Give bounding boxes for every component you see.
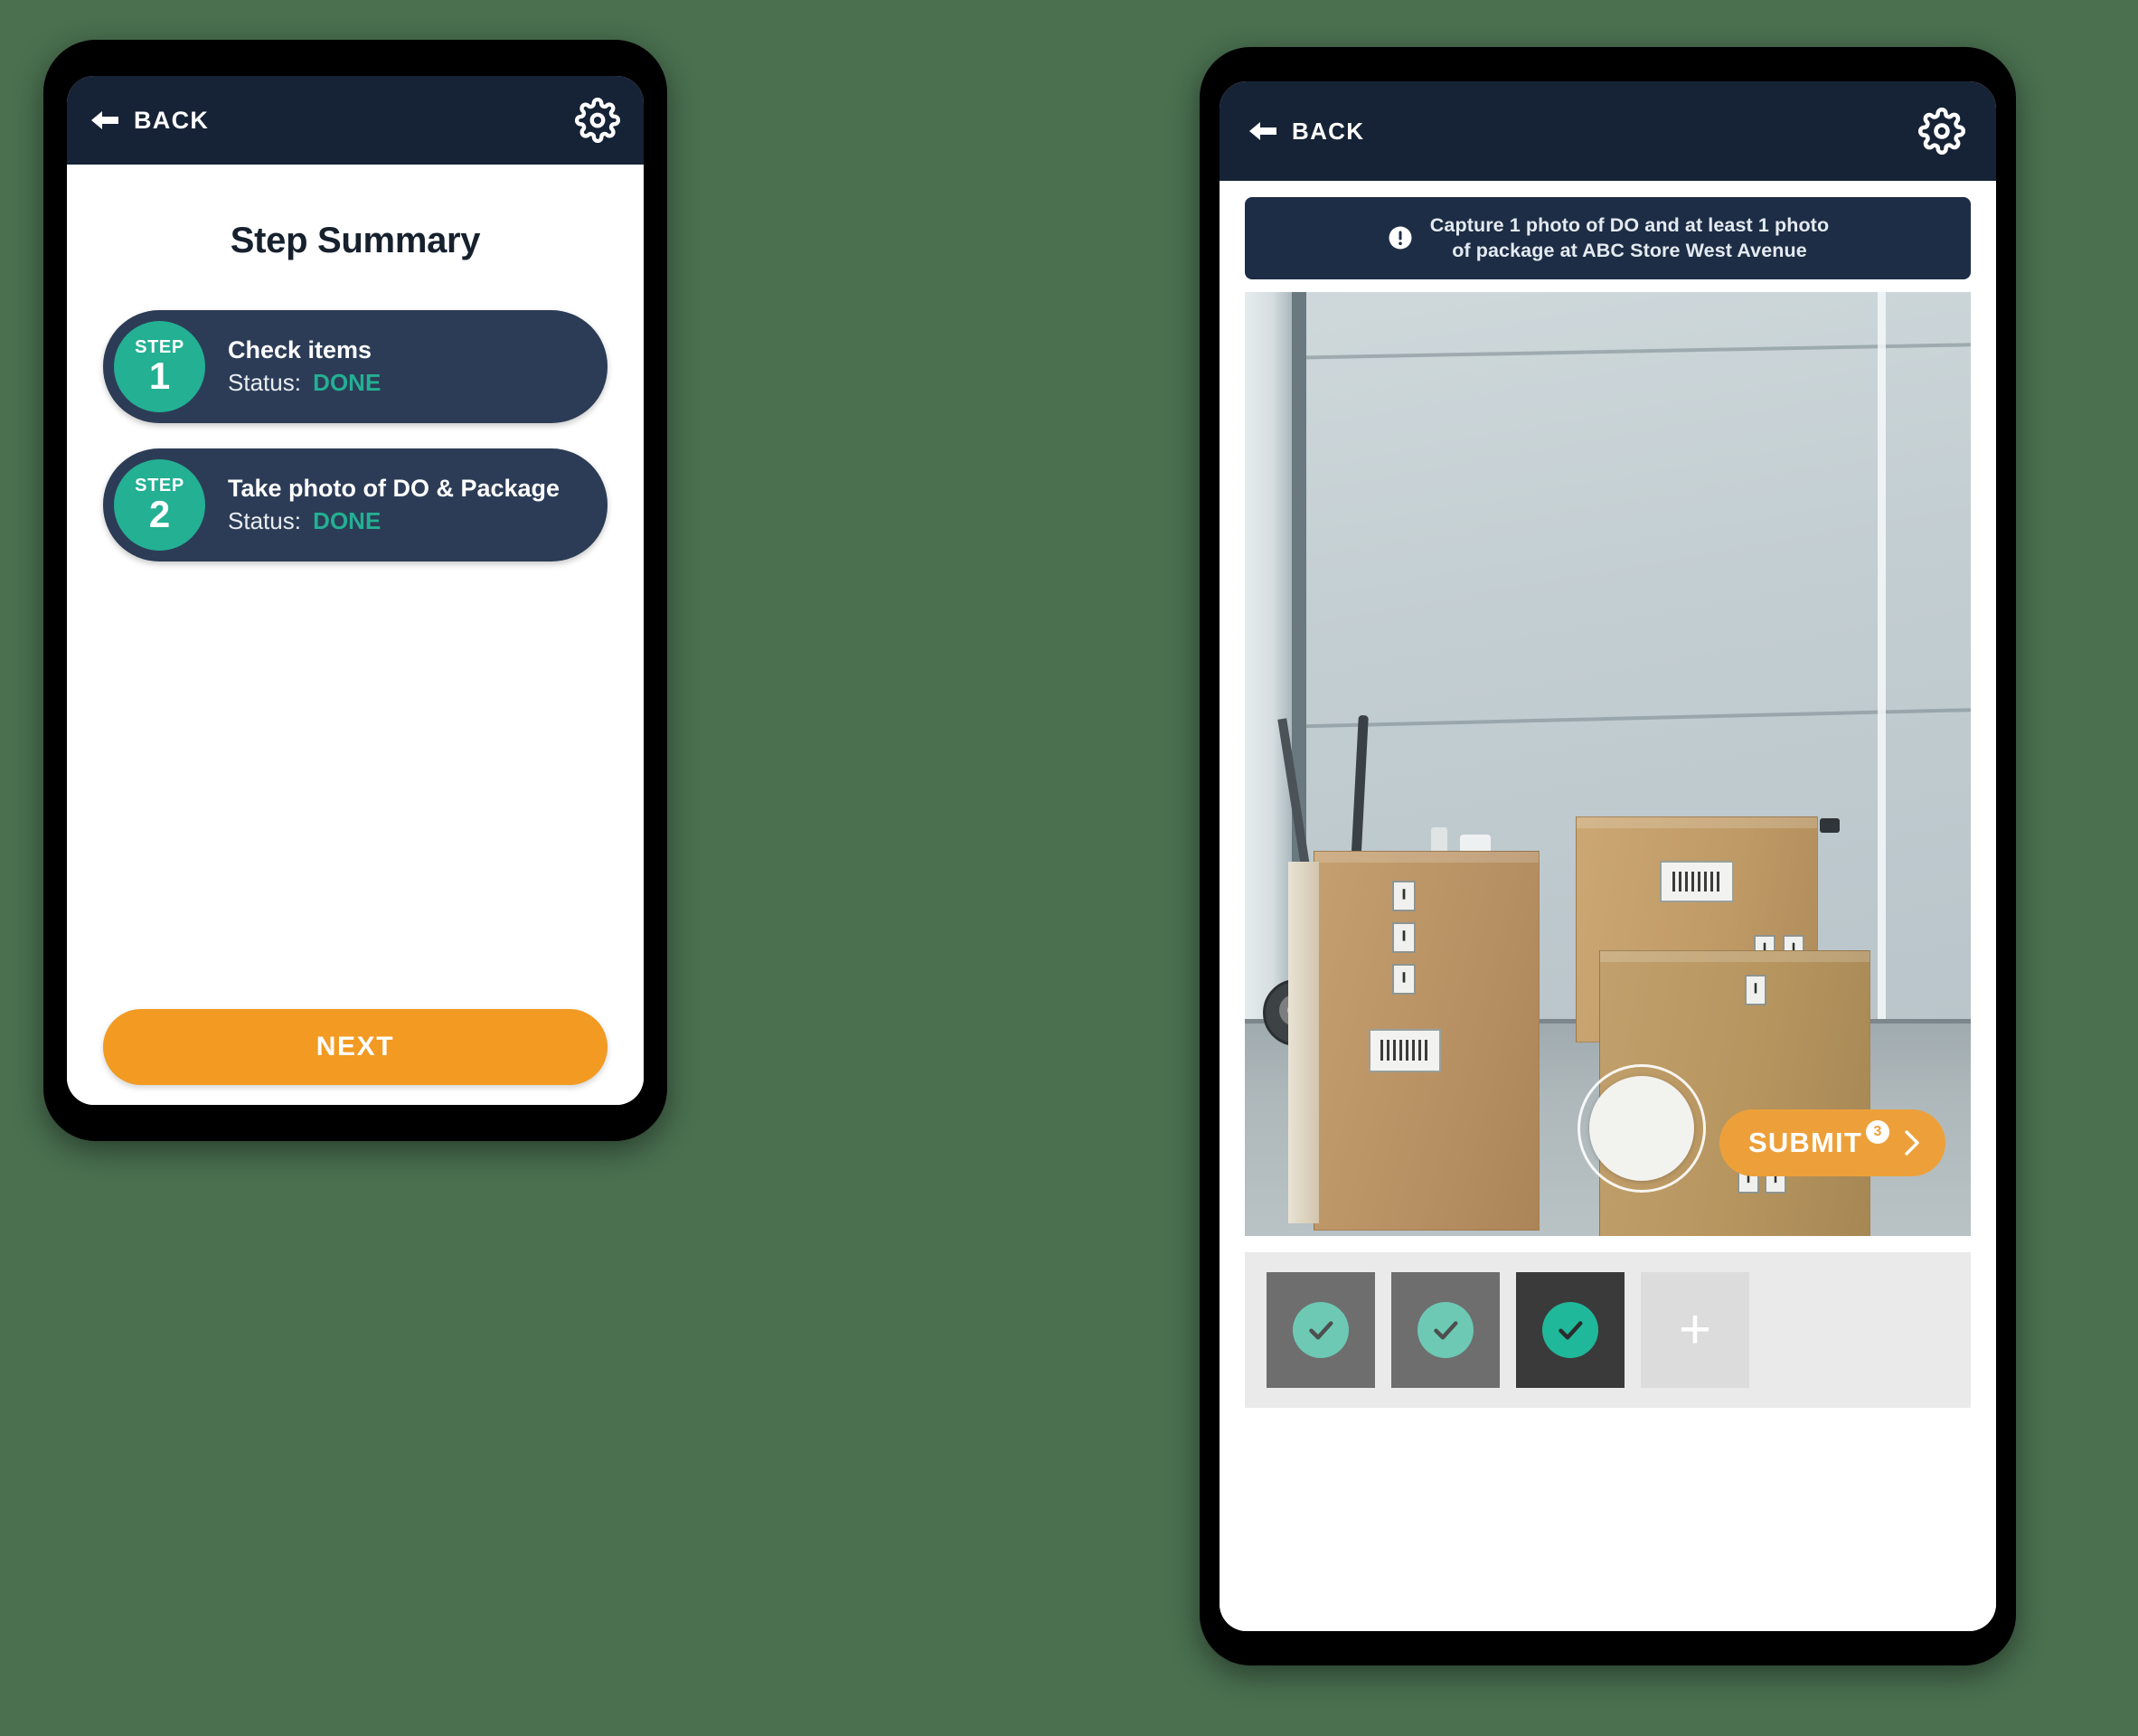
package-box — [1314, 850, 1540, 1231]
wall-fixture — [1820, 817, 1840, 833]
back-button-label: BACK — [134, 106, 210, 134]
step-name: Take photo of DO & Package — [228, 475, 560, 502]
handling-symbol — [1392, 880, 1416, 911]
handling-symbol — [1392, 963, 1416, 995]
step-status-value: DONE — [313, 369, 381, 396]
page-title: Step Summary — [230, 221, 481, 260]
camera-shutter-button[interactable] — [1578, 1063, 1706, 1193]
shutter-inner-circle — [1589, 1075, 1694, 1181]
left-screen: BACK Step Summary STEP 1 Check items Sta… — [67, 76, 644, 1105]
check-circle-icon — [1417, 1301, 1474, 1358]
check-circle-icon — [1293, 1301, 1349, 1358]
next-button[interactable]: NEXT — [103, 1009, 607, 1085]
right-app-header: BACK — [1220, 81, 1996, 181]
phone-right-device: BACK Capture 1 photo of DO and at least … — [1200, 47, 2016, 1665]
submit-count-badge: 3 — [1866, 1119, 1889, 1144]
step-card-2[interactable]: STEP 2 Take photo of DO & Package Status… — [103, 448, 607, 561]
add-photo-button[interactable]: + — [1641, 1271, 1749, 1388]
step-status-row: Status: DONE — [228, 507, 560, 535]
step-list: STEP 1 Check items Status: DONE STEP 2 T… — [103, 310, 607, 561]
step-badge-word: STEP — [135, 337, 184, 357]
box-side-panel — [1288, 861, 1319, 1223]
alert-circle-icon — [1387, 224, 1414, 251]
back-button-right[interactable]: BACK — [1247, 118, 1364, 146]
right-screen: BACK Capture 1 photo of DO and at least … — [1220, 81, 1996, 1631]
capture-instruction-line1: Capture 1 photo of DO and at least 1 pho… — [1429, 214, 1830, 236]
back-button-label: BACK — [1292, 117, 1365, 145]
step-card-1[interactable]: STEP 1 Check items Status: DONE — [103, 310, 607, 423]
left-app-header: BACK — [67, 76, 644, 165]
plus-icon: + — [1678, 1298, 1712, 1362]
back-button-left[interactable]: BACK — [89, 107, 209, 135]
capture-instruction-text: Capture 1 photo of DO and at least 1 pho… — [1430, 212, 1829, 264]
step-status-label: Status: — [228, 369, 301, 396]
box-top-edge — [1314, 851, 1539, 863]
capture-instruction-banner: Capture 1 photo of DO and at least 1 pho… — [1245, 197, 1971, 279]
photo-thumbnail-strip: + — [1245, 1251, 1971, 1408]
fragile-label — [1369, 1028, 1441, 1072]
fragile-label — [1660, 860, 1734, 902]
step-badge-2: STEP 2 — [114, 459, 205, 551]
wall-mullion — [1878, 291, 1886, 1029]
step-badge-number: 2 — [148, 493, 171, 535]
step-status-label: Status: — [228, 507, 301, 534]
photo-thumbnail-2[interactable] — [1391, 1271, 1500, 1388]
check-circle-icon — [1542, 1301, 1598, 1358]
submit-photos-button[interactable]: SUBMIT 3 — [1719, 1109, 1945, 1176]
right-screen-body: Capture 1 photo of DO and at least 1 pho… — [1220, 181, 1996, 1631]
gear-icon — [1918, 108, 1965, 155]
settings-button-left[interactable] — [575, 98, 620, 143]
step-status-row: Status: DONE — [228, 369, 381, 397]
chevron-right-icon — [1900, 1127, 1924, 1158]
camera-viewfinder[interactable]: SUBMIT 3 — [1245, 291, 1971, 1236]
step-text-2: Take photo of DO & Package Status: DONE — [228, 475, 560, 535]
label-barcode — [1380, 1040, 1429, 1061]
box-top-edge — [1600, 950, 1870, 962]
step-name: Check items — [228, 336, 372, 363]
handling-symbol — [1392, 921, 1416, 953]
submit-button-label: SUBMIT — [1747, 1126, 1862, 1158]
step-status-value: DONE — [313, 507, 381, 534]
label-barcode — [1672, 871, 1722, 892]
step-badge-number: 1 — [148, 354, 171, 397]
step-text-1: Check items Status: DONE — [228, 336, 381, 397]
arrow-left-icon — [1247, 118, 1279, 144]
step-badge-1: STEP 1 — [114, 321, 205, 412]
box-top-edge — [1577, 816, 1817, 828]
photo-thumbnail-3[interactable] — [1516, 1271, 1625, 1388]
gear-icon — [575, 98, 620, 143]
photo-thumbnail-1[interactable] — [1267, 1271, 1375, 1388]
left-screen-body: Step Summary STEP 1 Check items Status: … — [67, 221, 644, 1105]
step-badge-word: STEP — [135, 476, 184, 495]
arrow-left-icon — [89, 108, 121, 133]
settings-button-right[interactable] — [1918, 108, 1965, 155]
capture-instruction-line2: of package at ABC Store West Avenue — [1452, 240, 1807, 262]
handling-symbol — [1745, 974, 1766, 1005]
phone-left-device: BACK Step Summary STEP 1 Check items Sta… — [43, 40, 667, 1141]
